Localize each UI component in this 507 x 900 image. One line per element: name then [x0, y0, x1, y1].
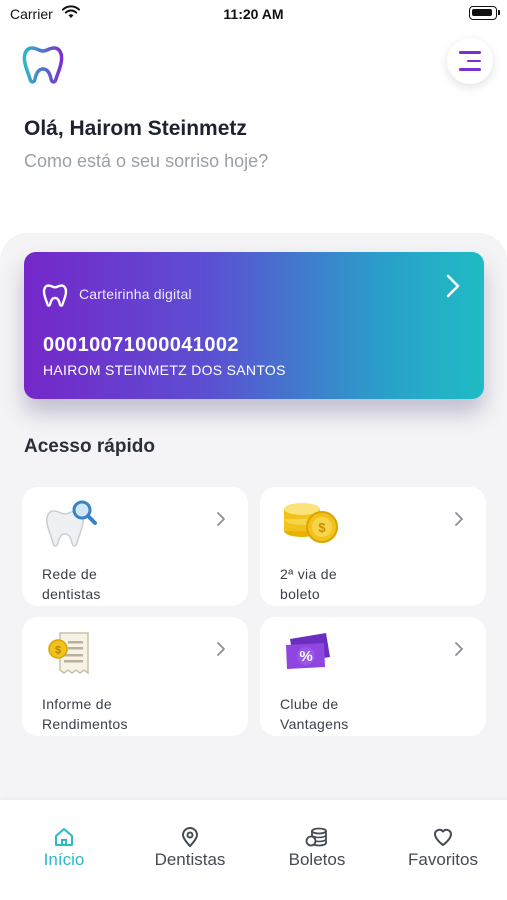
- status-bar: Carrier 11:20 AM: [0, 0, 507, 28]
- tab-label: Dentistas: [154, 850, 226, 869]
- menu-line: [467, 59, 481, 63]
- quick-access-income-report[interactable]: $ Informe de Rendimentos: [22, 617, 248, 736]
- menu-button[interactable]: [447, 38, 493, 84]
- tab-label: Favoritos: [408, 850, 478, 869]
- tile-label: Clube de Vantagens: [280, 694, 349, 734]
- svg-text:$: $: [55, 645, 61, 657]
- tile-label: Informe de Rendimentos: [42, 694, 128, 734]
- tab-boletos[interactable]: Boletos: [257, 826, 377, 870]
- home-icon: [55, 828, 73, 846]
- discount-ticket-icon: %: [286, 633, 330, 669]
- chevron-right-icon: [455, 512, 463, 526]
- coins-icon: $: [284, 503, 338, 543]
- map-pin-icon: [182, 827, 198, 847]
- tab-favorites[interactable]: Favoritos: [383, 826, 503, 870]
- quick-access-title: Acesso rápido: [24, 436, 155, 457]
- tooth-logo-icon: [22, 46, 64, 84]
- svg-text:%: %: [299, 648, 312, 665]
- greeting-title: Olá, Hairom Steinmetz: [24, 117, 247, 140]
- menu-line: [459, 51, 481, 54]
- tab-dentists[interactable]: Dentistas: [130, 826, 250, 870]
- chevron-right-icon[interactable]: [446, 274, 460, 298]
- bottom-tab-bar: Início Dentistas Boletos Favoritos: [0, 800, 507, 900]
- status-time: 11:20 AM: [223, 6, 284, 22]
- tile-label-line1: 2ª via de: [280, 566, 337, 582]
- quick-access-benefits-club[interactable]: % Clube de Vantagens: [260, 617, 486, 736]
- digital-card[interactable]: Carteirinha digital 00010071000041002 HA…: [24, 252, 484, 399]
- chevron-right-icon: [217, 642, 225, 656]
- card-label: Carteirinha digital: [79, 286, 192, 302]
- tile-label-line2: boleto: [280, 586, 320, 602]
- svg-text:$: $: [318, 520, 326, 535]
- quick-access-dentist-network[interactable]: Rede de dentistas: [22, 487, 248, 606]
- tab-label: Início: [43, 850, 85, 869]
- tab-home[interactable]: Início: [4, 826, 124, 870]
- tile-label-line1: Clube de: [280, 696, 339, 712]
- tile-label-line1: Informe de: [42, 696, 112, 712]
- card-holder-name: HAIROM STEINMETZ DOS SANTOS: [43, 362, 286, 378]
- tile-label-line2: Vantagens: [280, 716, 349, 732]
- receipt-icon: $: [48, 632, 89, 675]
- chevron-right-icon: [455, 642, 463, 656]
- greeting-subtitle: Como está o seu sorriso hoje?: [24, 151, 269, 171]
- tile-label-line2: dentistas: [42, 586, 101, 602]
- tile-label: Rede de dentistas: [42, 564, 101, 604]
- card-number: 00010071000041002: [43, 334, 239, 356]
- tab-label: Boletos: [288, 850, 346, 869]
- battery-icon: [469, 6, 500, 20]
- tooth-icon: [42, 284, 68, 307]
- quick-access-boleto[interactable]: $ 2ª via de boleto: [260, 487, 486, 606]
- tooth-search-icon: [46, 500, 97, 547]
- tile-label-line2: Rendimentos: [42, 716, 128, 732]
- chevron-right-icon: [217, 512, 225, 526]
- heart-icon: [434, 828, 452, 846]
- menu-line: [459, 68, 481, 71]
- coins-stack-icon: [305, 827, 327, 847]
- tile-label-line1: Rede de: [42, 566, 98, 582]
- tile-label: 2ª via de boleto: [280, 564, 337, 604]
